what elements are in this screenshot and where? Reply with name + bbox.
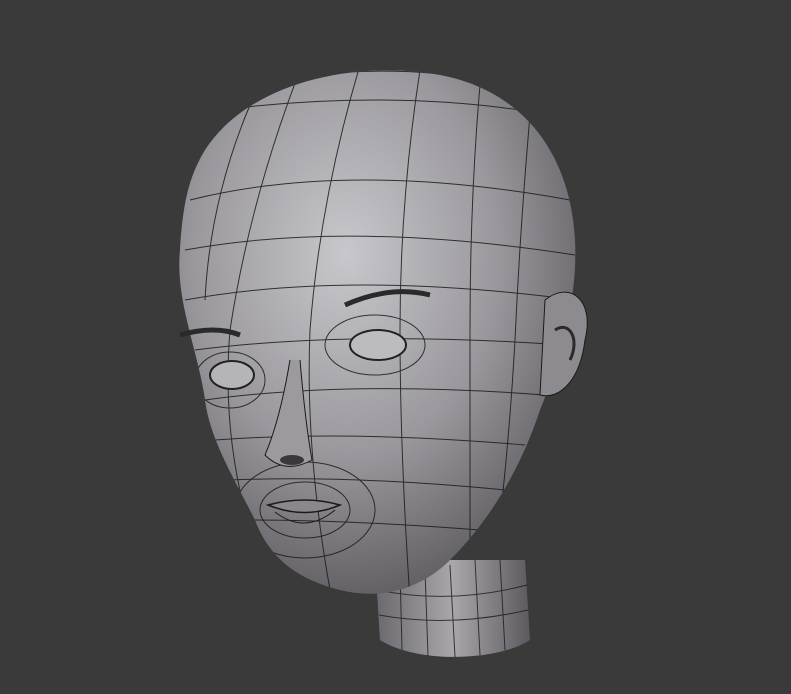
head-render bbox=[179, 70, 588, 658]
3d-viewport[interactable] bbox=[0, 0, 791, 694]
ear bbox=[539, 291, 588, 397]
